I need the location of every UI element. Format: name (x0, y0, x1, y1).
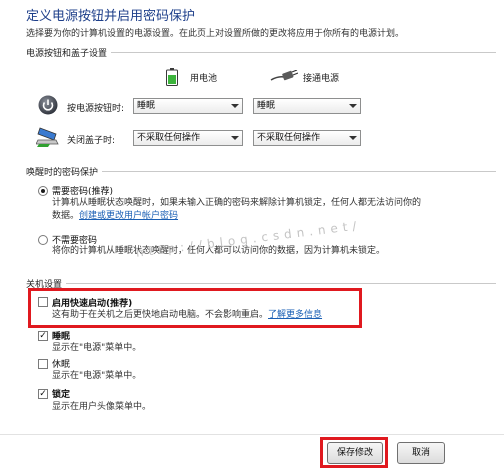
laptop-lid-icon (35, 126, 60, 148)
page-title: 定义电源按钮并启用密码保护 (26, 9, 196, 24)
require-password-radio[interactable] (38, 186, 48, 196)
save-button[interactable]: 保存修改 (327, 442, 383, 464)
fast-startup-title: 启用快速启动(推荐) (52, 299, 133, 309)
power-plug-icon (270, 69, 299, 82)
lid-label: 关闭盖子时: (67, 136, 116, 146)
lock-checkbox[interactable]: ✓ (38, 389, 48, 399)
select-value: 不采取任何操作 (137, 133, 201, 143)
fast-startup-checkbox[interactable] (38, 297, 48, 307)
page-subtitle: 选择要为你的计算机设置的电源设置。在此页上对设置所做的更改将应用于你所有的电源计… (26, 29, 405, 39)
plugged-column-label: 接通电源 (303, 74, 340, 84)
require-password-desc-1: 计算机从睡眠状态唤醒时，如果未输入正确的密码来解除计算机锁定，任何人都无法访问你… (52, 198, 422, 208)
chevron-down-icon (349, 136, 357, 140)
lock-desc: 显示在用户头像菜单中。 (52, 402, 152, 412)
power-button-icon (38, 95, 58, 115)
wake-section-label: 唤醒时的密码保护 (26, 165, 103, 178)
sleep-desc: 显示在"电源"菜单中。 (52, 343, 142, 353)
change-password-link-text[interactable]: 创建或更改用户帐户密码 (79, 211, 178, 221)
battery-column-label: 用电池 (190, 74, 218, 84)
learn-more-link[interactable]: 了解更多信息 (268, 310, 322, 320)
cancel-button[interactable]: 取消 (397, 442, 445, 464)
lock-title: 锁定 (52, 390, 71, 400)
no-password-radio[interactable] (38, 235, 48, 245)
battery-icon (166, 68, 178, 86)
select-value: 睡眠 (257, 101, 276, 111)
hibernate-title: 休眠 (52, 360, 71, 370)
sleep-title: 睡眠 (52, 332, 71, 342)
require-password-title: 需要密码(推荐) (52, 187, 114, 197)
chevron-down-icon (231, 104, 239, 108)
hibernate-checkbox[interactable] (38, 359, 48, 369)
lid-plugged-select[interactable]: 不采取任何操作 (253, 130, 361, 146)
chevron-down-icon (231, 136, 239, 140)
select-value: 睡眠 (137, 101, 156, 111)
section-divider (26, 283, 496, 284)
footer-divider (0, 434, 504, 435)
power-button-battery-select[interactable]: 睡眠 (133, 98, 243, 114)
select-value: 不采取任何操作 (257, 133, 321, 143)
power-button-plugged-select[interactable]: 睡眠 (253, 98, 361, 114)
change-password-link[interactable]: 数据。创建或更改用户帐户密码 (52, 210, 178, 223)
sleep-checkbox[interactable]: ✓ (38, 331, 48, 341)
fast-startup-desc: 这有助于在关机之后更快地启动电脑。不会影响重启。了解更多信息 (52, 309, 322, 322)
power-section-label: 电源按钮和盖子设置 (26, 46, 112, 59)
chevron-down-icon (349, 104, 357, 108)
lid-battery-select[interactable]: 不采取任何操作 (133, 130, 243, 146)
fast-startup-desc-text: 这有助于在关机之后更快地启动电脑。不会影响重启。 (52, 310, 269, 320)
power-button-label: 按电源按钮时: (67, 104, 125, 114)
hibernate-desc: 显示在"电源"菜单中。 (52, 371, 142, 381)
